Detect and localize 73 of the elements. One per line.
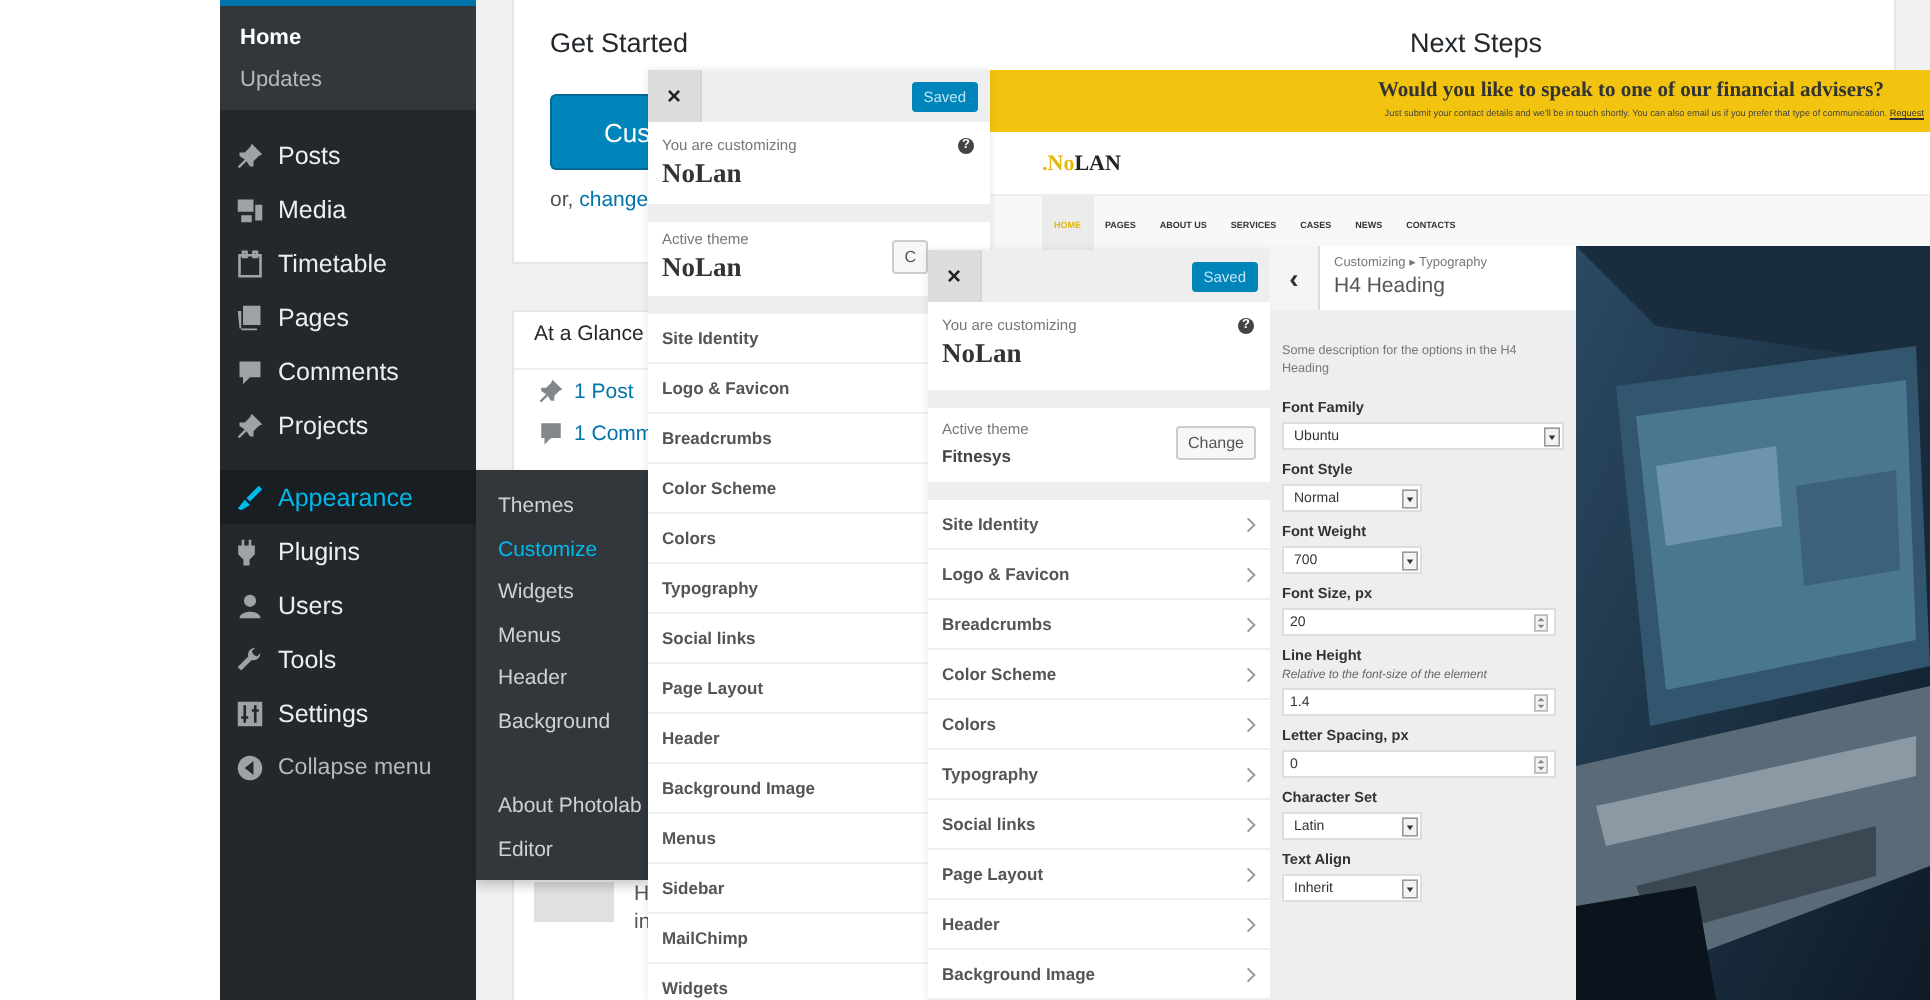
submenu-link[interactable]: Home bbox=[240, 18, 476, 60]
back-button[interactable]: ‹ bbox=[1270, 246, 1320, 310]
spinner-icon bbox=[1534, 693, 1548, 711]
theme-name: Fitnesys bbox=[942, 446, 1013, 466]
change-button[interactable]: Change bbox=[1175, 426, 1256, 460]
menu-item[interactable]: Comments bbox=[220, 344, 476, 398]
comment-icon bbox=[236, 357, 264, 385]
menu-item[interactable]: Tools bbox=[220, 632, 476, 686]
dropdown-icon bbox=[1544, 425, 1560, 447]
pin-icon bbox=[236, 141, 264, 169]
chevron-icon bbox=[1246, 665, 1256, 683]
dropdown-icon bbox=[1402, 549, 1418, 571]
submenu-link[interactable]: Themes bbox=[498, 486, 574, 529]
submenu-link[interactable]: Updates bbox=[240, 60, 476, 102]
user-icon bbox=[236, 591, 264, 619]
change-link[interactable]: change bbox=[579, 188, 649, 212]
calendar-icon bbox=[236, 249, 264, 277]
submenu-link[interactable]: Menus bbox=[498, 615, 562, 658]
menu-item[interactable]: Posts bbox=[220, 128, 476, 182]
chevron-icon bbox=[1246, 815, 1256, 833]
theme-name: NoLan bbox=[662, 252, 744, 284]
sliders-icon bbox=[236, 699, 264, 727]
chevron-icon bbox=[1246, 515, 1256, 533]
activity-text: H bbox=[634, 882, 651, 906]
avatar bbox=[534, 882, 614, 922]
menu-item[interactable]: Timetable bbox=[220, 236, 476, 290]
chevron-icon bbox=[1246, 565, 1256, 583]
chevron-icon bbox=[1246, 715, 1256, 733]
spinner-icon bbox=[1534, 755, 1548, 773]
menu-item[interactable]: Users bbox=[220, 578, 476, 632]
pin-icon bbox=[538, 378, 564, 404]
media-icon bbox=[236, 195, 264, 223]
submenu-link[interactable]: About Photolab bbox=[498, 786, 642, 829]
submenu-link[interactable]: Background bbox=[498, 701, 611, 744]
submenu-link[interactable]: Customize bbox=[498, 529, 598, 572]
glance-link[interactable]: 1 Post bbox=[574, 379, 634, 403]
comment-icon bbox=[538, 420, 564, 446]
dropdown-icon bbox=[1402, 877, 1418, 899]
spinner-icon bbox=[1534, 613, 1548, 631]
menu-item[interactable]: Settings bbox=[220, 686, 476, 740]
change-button[interactable]: C bbox=[892, 240, 928, 274]
chevron-icon bbox=[1246, 915, 1256, 933]
menu-item[interactable]: Appearance bbox=[220, 470, 476, 524]
or-text: or, bbox=[550, 188, 574, 212]
pin-icon bbox=[236, 411, 264, 439]
card-title: Get Started bbox=[550, 28, 689, 58]
site-logo: .NoLAN bbox=[1042, 151, 1121, 175]
chevron-icon bbox=[1246, 865, 1256, 883]
site-name: NoLan bbox=[942, 338, 1024, 370]
collapse-icon bbox=[236, 753, 264, 781]
menu-item[interactable]: Projects bbox=[220, 398, 476, 452]
dropdown-icon bbox=[1402, 487, 1418, 509]
menu-item[interactable]: Pages bbox=[220, 290, 476, 344]
chevron-icon bbox=[1246, 615, 1256, 633]
panel-title: H4 Heading bbox=[1334, 274, 1447, 298]
close-button[interactable]: × bbox=[928, 250, 982, 302]
submenu-link[interactable]: Header bbox=[498, 658, 567, 701]
chevron-icon bbox=[1246, 965, 1256, 983]
dropdown-icon bbox=[1402, 815, 1418, 837]
wrench-icon bbox=[236, 645, 264, 673]
menu-item[interactable]: Plugins bbox=[220, 524, 476, 578]
collapse-menu-button[interactable]: Collapse menu bbox=[220, 740, 476, 794]
banner-title: Would you like to speak to one of our financial advisers? bbox=[1377, 80, 1884, 102]
customize-button[interactable]: Cus bbox=[550, 94, 648, 170]
site-name: NoLan bbox=[662, 158, 744, 190]
card-title: Next Steps bbox=[1410, 28, 1543, 58]
submenu-link[interactable]: Widgets bbox=[498, 572, 574, 615]
chevron-icon bbox=[1246, 765, 1256, 783]
pages-icon bbox=[236, 303, 264, 331]
close-button[interactable]: × bbox=[648, 70, 702, 122]
brush-icon bbox=[236, 483, 264, 511]
submenu-link[interactable]: Editor bbox=[498, 829, 553, 872]
menu-item[interactable]: Media bbox=[220, 182, 476, 236]
